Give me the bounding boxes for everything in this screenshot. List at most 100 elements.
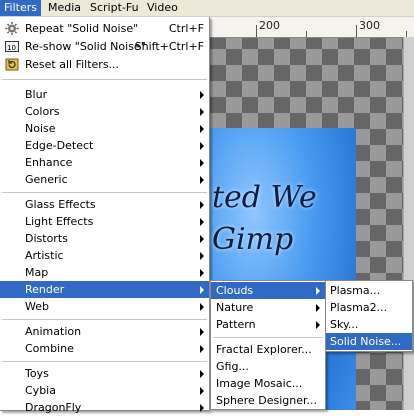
menu-separator <box>2 79 207 80</box>
submenu-arrow-icon <box>316 321 320 329</box>
menu-item-label: Image Mosaic... <box>216 377 303 390</box>
menu-item-label: Cybia <box>25 384 56 397</box>
menu-item-fractal-explorer[interactable]: Fractal Explorer... <box>211 341 325 358</box>
menu-item-animation[interactable]: Animation <box>0 323 209 340</box>
reset-icon <box>5 58 19 71</box>
menu-media[interactable]: Media <box>44 0 85 16</box>
menu-video[interactable]: Video <box>143 0 182 16</box>
menu-item-clouds[interactable]: Clouds <box>211 282 325 299</box>
menu-item-noise[interactable]: Noise <box>0 120 209 137</box>
shortcut-label: Ctrl+F <box>168 22 204 35</box>
submenu-arrow-icon <box>316 304 320 312</box>
menu-item-distorts[interactable]: Distorts <box>0 230 209 247</box>
menu-item-label: Fractal Explorer... <box>216 343 312 356</box>
menu-item-reset[interactable]: Reset all Filters... <box>0 56 209 73</box>
submenu-arrow-icon <box>200 235 204 243</box>
menu-item-label: Edge-Detect <box>25 139 94 152</box>
submenu-arrow-icon <box>200 218 204 226</box>
menu-item-artistic[interactable]: Artistic <box>0 247 209 264</box>
menu-item-label: Solid Noise... <box>330 335 402 348</box>
menu-item-render[interactable]: Render <box>0 281 209 298</box>
menu-item-combine[interactable]: Combine <box>0 340 209 357</box>
submenu-arrow-icon <box>200 269 204 277</box>
ruler-label-300: 300 <box>359 19 380 32</box>
submenu-arrow-icon <box>200 176 204 184</box>
menu-item-label: Clouds <box>216 284 254 297</box>
submenu-arrow-icon <box>200 387 204 395</box>
menu-item-plasma[interactable]: Plasma... <box>326 282 412 299</box>
submenu-arrow-icon <box>200 404 204 412</box>
menu-item-web[interactable]: Web <box>0 298 209 315</box>
menu-item-label: Enhance <box>25 156 73 169</box>
menu-item-label: Reset all Filters... <box>25 58 120 71</box>
menu-item-pattern[interactable]: Pattern <box>211 316 325 333</box>
menu-separator <box>2 361 207 362</box>
menu-item-sphere-designer[interactable]: Sphere Designer... <box>211 392 325 409</box>
submenu-arrow-icon <box>200 142 204 150</box>
menu-item-nature[interactable]: Nature <box>211 299 325 316</box>
menu-filters[interactable]: Filters <box>0 0 41 16</box>
menu-item-cybia[interactable]: Cybia <box>0 382 209 399</box>
filters-menu: Repeat "Solid Noise" Ctrl+F 10 Re-show "… <box>0 17 210 414</box>
menu-item-label: Generic <box>25 173 68 186</box>
menu-item-label: Combine <box>25 342 74 355</box>
render-submenu: Clouds Nature Pattern Fractal Explorer..… <box>210 280 326 410</box>
menu-item-map[interactable]: Map <box>0 264 209 281</box>
submenu-arrow-icon <box>200 370 204 378</box>
menu-item-toys[interactable]: Toys <box>0 365 209 382</box>
menu-item-label: Re-show "Solid Noise" <box>25 40 146 53</box>
image-text-line2: Gimp <box>212 222 294 257</box>
menu-separator <box>2 319 207 320</box>
submenu-arrow-icon <box>316 287 320 295</box>
menu-item-label: Toys <box>25 367 49 380</box>
clouds-submenu: Plasma... Plasma2... Sky... Solid Noise.… <box>325 280 413 352</box>
menu-item-label: Sky... <box>330 318 359 331</box>
menu-separator <box>2 192 207 193</box>
menu-item-repeat[interactable]: Repeat "Solid Noise" Ctrl+F <box>0 20 209 37</box>
menu-item-label: Colors <box>25 105 60 118</box>
vertical-scrollbar[interactable] <box>403 37 414 410</box>
submenu-arrow-icon <box>200 286 204 294</box>
submenu-arrow-icon <box>200 252 204 260</box>
menu-item-label: Pattern <box>216 318 256 331</box>
menu-item-gfig[interactable]: Gfig... <box>211 358 325 375</box>
gear-icon <box>5 22 19 35</box>
menu-item-label: Plasma... <box>330 284 381 297</box>
menu-item-label: Nature <box>216 301 254 314</box>
menu-item-sky[interactable]: Sky... <box>326 316 412 333</box>
menu-item-colors[interactable]: Colors <box>0 103 209 120</box>
menu-item-label: Gfig... <box>216 360 249 373</box>
menu-item-edge-detect[interactable]: Edge-Detect <box>0 137 209 154</box>
menu-item-label: Map <box>25 266 49 279</box>
submenu-arrow-icon <box>200 125 204 133</box>
menu-item-label: Noise <box>25 122 56 135</box>
menu-item-generic[interactable]: Generic <box>0 171 209 188</box>
menu-item-image-mosaic[interactable]: Image Mosaic... <box>211 375 325 392</box>
menu-item-label: DragonFly <box>25 401 82 414</box>
menu-item-light-effects[interactable]: Light Effects <box>0 213 209 230</box>
menu-item-blur[interactable]: Blur <box>0 86 209 103</box>
horizontal-ruler[interactable]: 200 300 <box>210 17 414 38</box>
menu-item-label: Repeat "Solid Noise" <box>25 22 139 35</box>
menu-item-label: Animation <box>25 325 82 338</box>
menu-item-label: Web <box>25 300 49 313</box>
submenu-arrow-icon <box>200 108 204 116</box>
menu-item-label: Plasma2... <box>330 301 388 314</box>
menu-item-enhance[interactable]: Enhance <box>0 154 209 171</box>
menu-script-fu[interactable]: Script-Fu <box>86 0 143 16</box>
ruler-label-200: 200 <box>259 19 280 32</box>
menu-item-label: Glass Effects <box>25 198 96 211</box>
menu-item-plasma2[interactable]: Plasma2... <box>326 299 412 316</box>
menu-item-label: Render <box>25 283 65 296</box>
menu-item-reshow[interactable]: 10 Re-show "Solid Noise" Shift+Ctrl+F <box>0 38 209 55</box>
menu-item-label: Sphere Designer... <box>216 394 317 407</box>
menu-item-label: Light Effects <box>25 215 94 228</box>
menu-item-dragonfly[interactable]: DragonFly <box>0 399 209 416</box>
submenu-arrow-icon <box>200 303 204 311</box>
image-text-line1: ted We <box>212 180 317 215</box>
menu-item-solid-noise[interactable]: Solid Noise... <box>326 333 412 350</box>
submenu-arrow-icon <box>200 345 204 353</box>
menu-item-glass-effects[interactable]: Glass Effects <box>0 196 209 213</box>
menu-item-label: Artistic <box>25 249 64 262</box>
reshow-icon: 10 <box>5 40 19 53</box>
